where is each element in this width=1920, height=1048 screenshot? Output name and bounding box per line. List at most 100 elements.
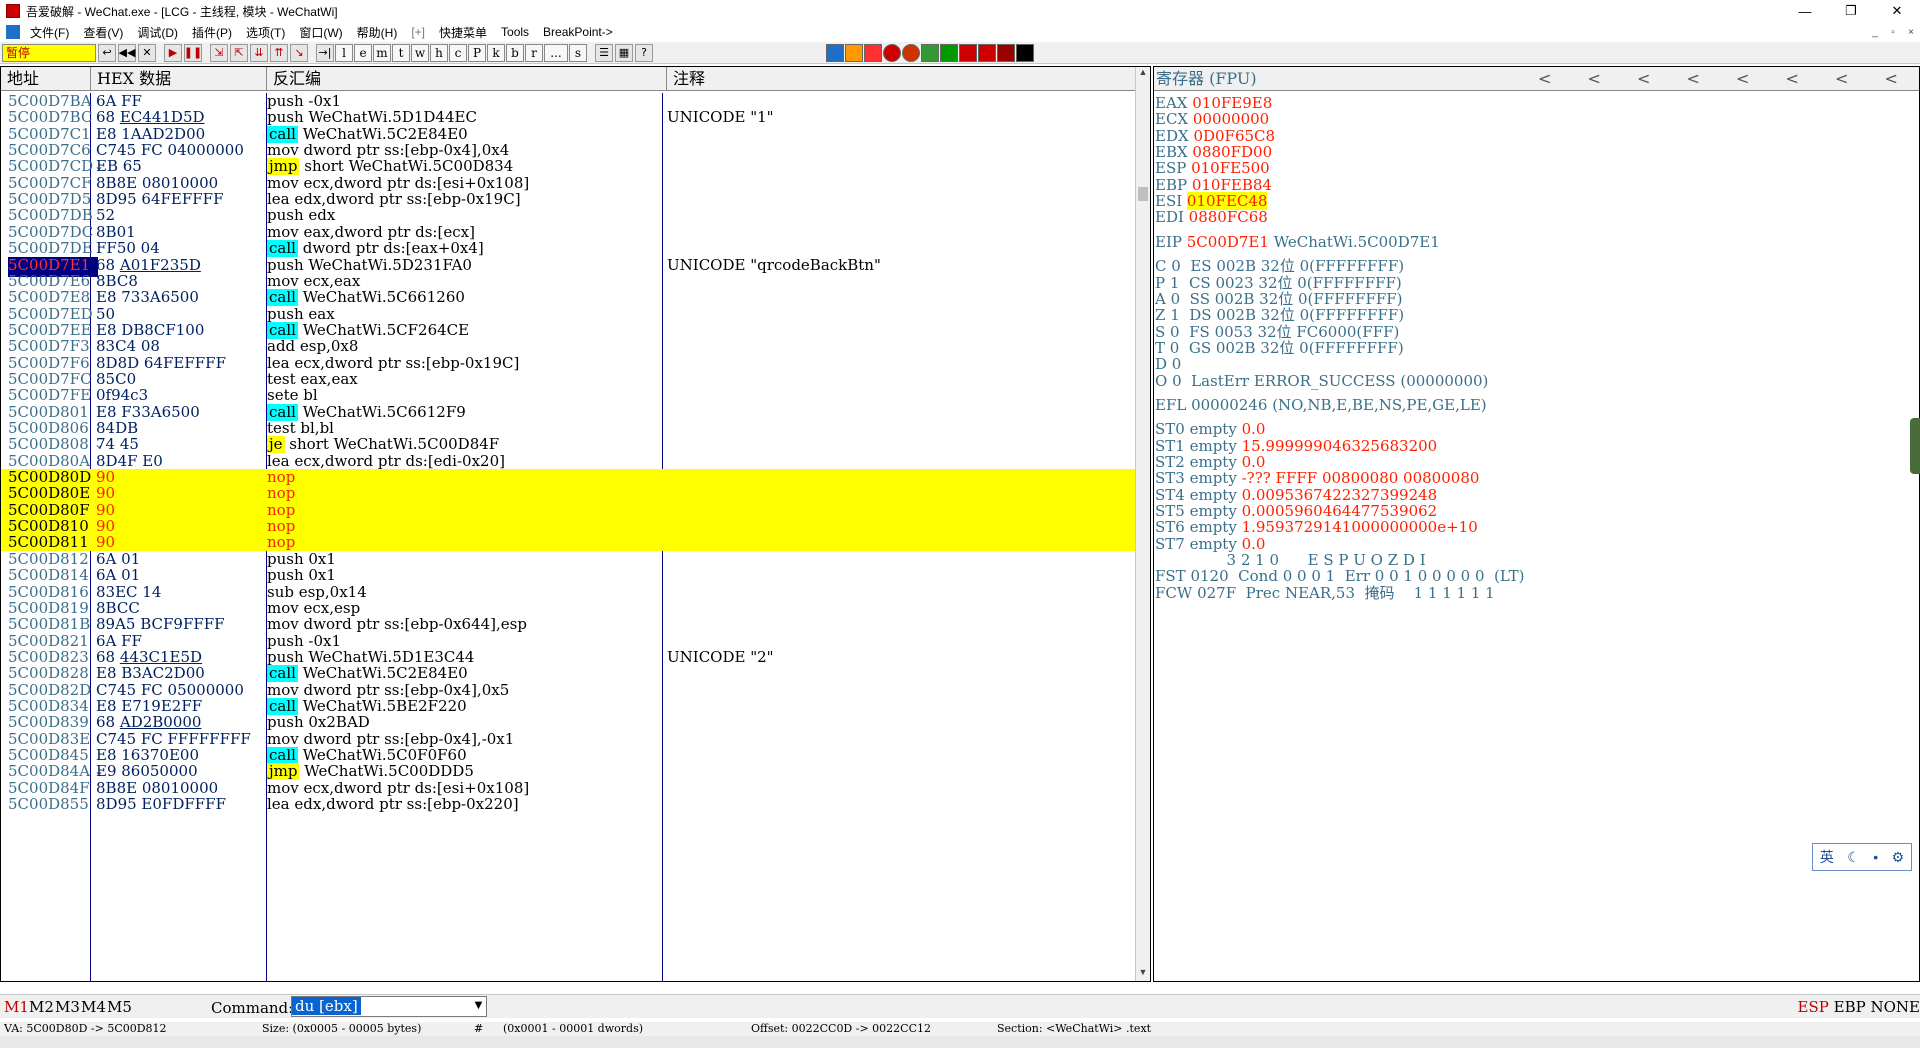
window-run-trace-button[interactable]: ... xyxy=(544,43,568,62)
marker-m2[interactable]: M2 xyxy=(29,998,54,1016)
menu-shortcut[interactable]: 快捷菜单 xyxy=(433,24,495,41)
menu-plus[interactable]: [+] xyxy=(405,25,433,39)
disasm-row[interactable]: 5C00D7C6 C745 FC 04000000 mov dword ptr ss… xyxy=(1,142,1136,158)
plugin-icon-11[interactable] xyxy=(1016,43,1034,62)
scroll-thumb[interactable] xyxy=(1138,187,1148,201)
disasm-row[interactable]: 5C00D7CD ⌄ EB 65 jmp short WeChatWi.5C00D83… xyxy=(1,158,1136,176)
disasm-row[interactable]: 5C00D80E 90 nop xyxy=(1,485,1136,502)
chevron-left-icon[interactable]: < xyxy=(1817,67,1867,90)
disasm-row[interactable]: 5C00D7CF 8B8E 08010000 mov ecx,dword ptr d… xyxy=(1,175,1136,191)
disasm-row[interactable]: 5C00D7C1 E8 1AAD2D00 call WeChatWi.5C2E84E… xyxy=(1,125,1136,143)
disasm-row[interactable]: 5C00D819 8BCC mov ecx,esp xyxy=(1,600,1136,616)
mdi-minimize-button[interactable]: _ xyxy=(1866,24,1884,40)
disasm-row[interactable]: 5C00D7FE 0f94c3 sete bl xyxy=(1,387,1136,403)
scroll-down-icon[interactable]: ▼ xyxy=(1136,967,1150,981)
chevron-left-icon[interactable]: < xyxy=(1718,67,1768,90)
disasm-row[interactable]: 5C00D811 90 nop xyxy=(1,534,1136,551)
mdi-window-icon[interactable] xyxy=(6,25,20,39)
disasm-row[interactable]: 5C00D7DC 8B01 mov eax,dword ptr ds:[ecx] xyxy=(1,224,1136,240)
disassembly-body[interactable]: 5C00D7BA 6A FF push -0x1 5C00D7BC 68 EC441D5… xyxy=(1,93,1136,981)
chevron-left-icon[interactable]: < xyxy=(1768,67,1818,90)
disasm-row[interactable]: 5C00D81B 89A5 BCF9FFFF mov dword ptr ss:[e… xyxy=(1,616,1136,632)
pause-icon[interactable]: ❚❚ xyxy=(184,43,202,62)
plugin-icon-8[interactable] xyxy=(959,43,977,62)
chevron-left-icon[interactable]: < xyxy=(1619,67,1669,90)
register-line[interactable]: EIP 5C00D7E1 WeChatWi.5C00D7E1 xyxy=(1155,232,1440,252)
punctuation-icon[interactable]: • xyxy=(1873,849,1878,865)
window-breakpoints-button[interactable]: b xyxy=(506,43,524,62)
disasm-row[interactable]: 5C00D7EE E8 DB8CF100 call WeChatWi.5CF264C… xyxy=(1,321,1136,339)
window-log-button[interactable]: l xyxy=(335,43,353,62)
restore-button[interactable]: ❐ xyxy=(1828,0,1874,22)
disasm-row[interactable]: 5C00D7D5 8D95 64FEFFFF lea edx,dword ptr s… xyxy=(1,191,1136,207)
col-comment-header[interactable]: 注释 xyxy=(667,67,1136,90)
disasm-row[interactable]: 5C00D7E1 68 A01F235D push WeChatWi.5D231FA… xyxy=(1,256,1136,277)
register-line[interactable]: T 0 GS 002B 32位 0(FFFFFFFF) xyxy=(1155,338,1404,358)
menu-options[interactable]: 选项(T) xyxy=(240,24,293,41)
disasm-row[interactable]: 5C00D7F3 83C4 08 add esp,0x8 xyxy=(1,338,1136,354)
mdi-restore-button[interactable]: ▫ xyxy=(1884,24,1902,40)
window-references-button[interactable]: r xyxy=(525,43,543,62)
step-over-icon[interactable]: ⇱ xyxy=(230,43,248,62)
col-address-header[interactable]: 地址 xyxy=(1,67,91,90)
registers-title[interactable]: 寄存器 (FPU) xyxy=(1156,69,1257,88)
window-stack-button[interactable]: k xyxy=(487,43,505,62)
disasm-row[interactable]: 5C00D7FC 85C0 test eax,eax xyxy=(1,371,1136,387)
window-threads-button[interactable]: t xyxy=(392,43,410,62)
trace-into-icon[interactable]: ⇊ xyxy=(250,43,268,62)
plugin-icon-9[interactable] xyxy=(978,43,996,62)
disasm-row[interactable]: 5C00D845 E8 16370E00 call WeChatWi.5C0F0F6… xyxy=(1,747,1136,764)
marker-m4[interactable]: M4 xyxy=(81,998,106,1016)
run-icon[interactable]: ▶ xyxy=(164,43,182,62)
close-button[interactable]: ✕ xyxy=(1874,0,1920,22)
disasm-row[interactable]: 5C00D7F6 8D8D 64FEFFFF lea ecx,dword ptr s… xyxy=(1,355,1136,371)
scroll-up-icon[interactable]: ▲ xyxy=(1136,67,1150,81)
disasm-row[interactable]: 5C00D806 84DB test bl,bl xyxy=(1,420,1136,436)
disasm-row[interactable]: 5C00D80A 8D4F E0 lea ecx,dword ptr ds:[edi… xyxy=(1,453,1136,469)
menu-breakpoint[interactable]: BreakPoint-> xyxy=(537,25,621,39)
plugin-icon-4[interactable] xyxy=(883,43,901,62)
disasm-row[interactable]: 5C00D834 E8 E719E2FF call WeChatWi.5BE2F22… xyxy=(1,697,1136,715)
disasm-row[interactable]: 5C00D823 68 443C1E5D push WeChatWi.5D1E3C4… xyxy=(1,649,1136,665)
menu-plugins[interactable]: 插件(P) xyxy=(186,24,240,41)
close-process-icon[interactable]: ✕ xyxy=(138,43,156,62)
list-icon[interactable]: ☰ xyxy=(595,43,613,62)
plugin-icon-1[interactable] xyxy=(826,43,844,62)
stack-mode-indicator[interactable]: ESP EBP NONE xyxy=(1798,998,1920,1016)
window-windows-button[interactable]: w xyxy=(411,43,429,62)
command-input[interactable]: du [ebx] xyxy=(291,996,487,1017)
disasm-row[interactable]: 5C00D839 68 AD2B0000 push 0x2BAD xyxy=(1,714,1136,730)
open-icon[interactable]: ↩ xyxy=(98,43,116,62)
chevron-down-icon[interactable]: ▼ xyxy=(471,997,486,1015)
plugin-icon-5[interactable] xyxy=(902,43,920,62)
window-cpu-button[interactable]: c xyxy=(449,43,467,62)
register-line[interactable]: EFL 00000246 (NO,NB,E,BE,NS,PE,GE,LE) xyxy=(1155,395,1487,415)
goto-icon[interactable]: →| xyxy=(316,43,334,62)
disasm-row[interactable]: 5C00D7DE FF50 04 call dword ptr ds:[eax+0x… xyxy=(1,240,1136,258)
chevron-left-icon[interactable]: < xyxy=(1669,67,1719,90)
command-value[interactable]: du [ebx] xyxy=(292,997,361,1015)
disasm-row[interactable]: 5C00D828 E8 B3AC2D00 call WeChatWi.5C2E84E… xyxy=(1,665,1136,683)
plugin-icon-2[interactable] xyxy=(845,43,863,62)
disasm-row[interactable]: 5C00D812 6A 01 push 0x1 xyxy=(1,551,1136,567)
help-icon[interactable]: ? xyxy=(635,43,653,62)
rewind-icon[interactable]: ◀◀ xyxy=(118,43,136,62)
disasm-row[interactable]: 5C00D7BC 68 EC441D5D push WeChatWi.5D1D44E… xyxy=(1,109,1136,125)
gear-icon[interactable]: ⚙ xyxy=(1892,849,1905,866)
disasm-row[interactable]: 5C00D855 8D95 E0FDFFFF lea edx,dword ptr s… xyxy=(1,796,1136,812)
disasm-row[interactable]: 5C00D7E6 8BC8 mov ecx,eax xyxy=(1,273,1136,289)
disasm-row[interactable]: 5C00D801 E8 F33A6500 call WeChatWi.5C6612F… xyxy=(1,403,1136,421)
step-into-icon[interactable]: ⇲ xyxy=(210,43,228,62)
ime-language[interactable]: 英 xyxy=(1820,847,1834,867)
mdi-close-button[interactable]: × xyxy=(1902,24,1920,40)
plugin-icon-10[interactable] xyxy=(997,43,1015,62)
plugin-icon-6[interactable] xyxy=(921,43,939,62)
col-hex-header[interactable]: HEX 数据 xyxy=(91,67,267,90)
disasm-row[interactable]: 5C00D80F 90 nop xyxy=(1,501,1136,519)
disasm-row[interactable]: 5C00D83E C745 FC FFFFFFFF mov dword ptr ss… xyxy=(1,731,1136,747)
disasm-row[interactable]: 5C00D808 ⌄ 74 45 je short WeChatWi.5C00D84F xyxy=(1,436,1136,454)
window-source-button[interactable]: s xyxy=(569,43,587,62)
disasm-row[interactable]: 5C00D816 83EC 14 sub esp,0x14 xyxy=(1,584,1136,600)
moon-icon[interactable]: ☾ xyxy=(1847,849,1860,866)
register-line[interactable]: EDI 0880FC68 xyxy=(1155,207,1268,227)
